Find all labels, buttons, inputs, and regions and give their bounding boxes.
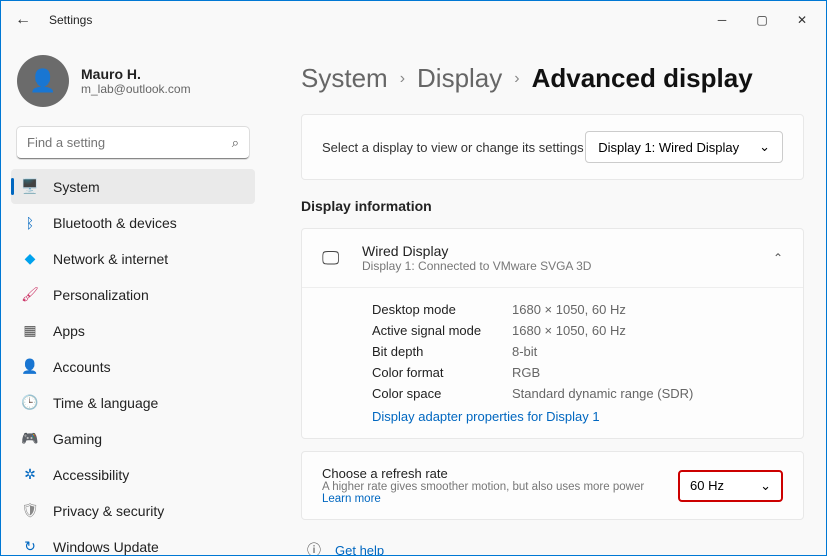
info-row: Color formatRGB [372, 365, 783, 380]
chevron-right-icon: › [400, 70, 405, 88]
sidebar-item-windows-update[interactable]: ↻ Windows Update [11, 529, 255, 555]
nav-label: Accounts [53, 359, 111, 375]
info-value: 8-bit [512, 344, 537, 359]
nav-icon: 🎮 [21, 430, 39, 448]
nav-icon: ↻ [21, 538, 39, 556]
nav-icon: ✲ [21, 466, 39, 484]
sidebar-item-gaming[interactable]: 🎮 Gaming [11, 421, 255, 456]
nav-icon: 🖌 [21, 286, 39, 304]
display-name: Wired Display [362, 243, 591, 259]
user-email: m_lab@outlook.com [81, 82, 191, 96]
sidebar-item-system[interactable]: 🖥️ System [11, 169, 255, 204]
sidebar-item-network-internet[interactable]: ◆ Network & internet [11, 241, 255, 276]
search-input[interactable] [17, 127, 249, 159]
info-row: Active signal mode1680 × 1050, 60 Hz [372, 323, 783, 338]
monitor-icon: 🖵 [322, 248, 346, 269]
display-info-card: 🖵 Wired Display Display 1: Connected to … [301, 228, 804, 439]
nav-icon: ◆ [21, 250, 39, 268]
nav-label: Network & internet [53, 251, 168, 267]
nav-label: Apps [53, 323, 85, 339]
display-connection: Display 1: Connected to VMware SVGA 3D [362, 259, 591, 273]
nav-label: Privacy & security [53, 503, 164, 519]
nav-icon: 👤 [21, 358, 39, 376]
chevron-down-icon: ⌄ [759, 139, 770, 155]
nav-label: Bluetooth & devices [53, 215, 177, 231]
chevron-down-icon: ⌄ [760, 478, 771, 494]
nav-icon: 🖥️ [21, 178, 39, 196]
sidebar-item-privacy-security[interactable]: 🛡 Privacy & security [11, 493, 255, 528]
info-row: Desktop mode1680 × 1050, 60 Hz [372, 302, 783, 317]
chevron-right-icon: › [514, 70, 519, 88]
nav-label: Accessibility [53, 467, 129, 483]
minimize-button[interactable]: ─ [702, 5, 742, 35]
display-info-header[interactable]: 🖵 Wired Display Display 1: Connected to … [302, 229, 803, 287]
sidebar-item-bluetooth-devices[interactable]: ᛒ Bluetooth & devices [11, 205, 255, 240]
sidebar-item-personalization[interactable]: 🖌 Personalization [11, 277, 255, 312]
adapter-properties-link[interactable]: Display adapter properties for Display 1 [372, 409, 783, 424]
search-icon: ⌕ [232, 135, 239, 151]
info-key: Active signal mode [372, 323, 512, 338]
nav-icon: ▦ [21, 322, 39, 340]
avatar: 👤 [17, 55, 69, 107]
info-row: Color spaceStandard dynamic range (SDR) [372, 386, 783, 401]
section-title-display-info: Display information [301, 198, 804, 214]
info-value: RGB [512, 365, 540, 380]
select-display-card: Select a display to view or change its s… [301, 114, 804, 180]
info-row: Bit depth8-bit [372, 344, 783, 359]
get-help-link[interactable]: ⓘ Get help [301, 536, 804, 555]
info-key: Bit depth [372, 344, 512, 359]
window-title: Settings [49, 13, 92, 27]
info-value: 1680 × 1050, 60 Hz [512, 323, 626, 338]
chevron-up-icon: ⌃ [773, 251, 783, 265]
nav-label: System [53, 179, 100, 195]
crumb-display[interactable]: Display [417, 63, 502, 94]
nav-icon: 🕒 [21, 394, 39, 412]
nav-label: Personalization [53, 287, 149, 303]
learn-more-link[interactable]: Learn more [322, 493, 381, 505]
nav-icon: ᛒ [21, 214, 39, 232]
sidebar-item-accounts[interactable]: 👤 Accounts [11, 349, 255, 384]
refresh-title: Choose a refresh rate [322, 466, 658, 481]
refresh-subtitle: A higher rate gives smoother motion, but… [322, 481, 658, 505]
back-button[interactable]: ← [15, 11, 39, 29]
user-profile[interactable]: 👤 Mauro H. m_lab@outlook.com [11, 47, 255, 121]
refresh-rate-dropdown[interactable]: 60 Hz ⌄ [678, 470, 783, 502]
sidebar-item-accessibility[interactable]: ✲ Accessibility [11, 457, 255, 492]
select-display-label: Select a display to view or change its s… [322, 140, 584, 155]
refresh-rate-card: Choose a refresh rate A higher rate give… [301, 451, 804, 520]
page-title: Advanced display [532, 63, 753, 94]
sidebar-item-apps[interactable]: ▦ Apps [11, 313, 255, 348]
info-value: 1680 × 1050, 60 Hz [512, 302, 626, 317]
maximize-button[interactable]: ▢ [742, 5, 782, 35]
nav-icon: 🛡 [21, 502, 39, 520]
info-key: Color format [372, 365, 512, 380]
nav-label: Time & language [53, 395, 158, 411]
info-key: Color space [372, 386, 512, 401]
nav-label: Windows Update [53, 539, 159, 555]
info-key: Desktop mode [372, 302, 512, 317]
help-icon: ⓘ [307, 540, 321, 555]
info-value: Standard dynamic range (SDR) [512, 386, 693, 401]
close-button[interactable]: ✕ [782, 5, 822, 35]
nav-label: Gaming [53, 431, 102, 447]
user-name: Mauro H. [81, 66, 191, 82]
crumb-system[interactable]: System [301, 63, 388, 94]
sidebar-item-time-language[interactable]: 🕒 Time & language [11, 385, 255, 420]
breadcrumb: System › Display › Advanced display [301, 63, 804, 94]
display-selector-dropdown[interactable]: Display 1: Wired Display ⌄ [585, 131, 783, 163]
